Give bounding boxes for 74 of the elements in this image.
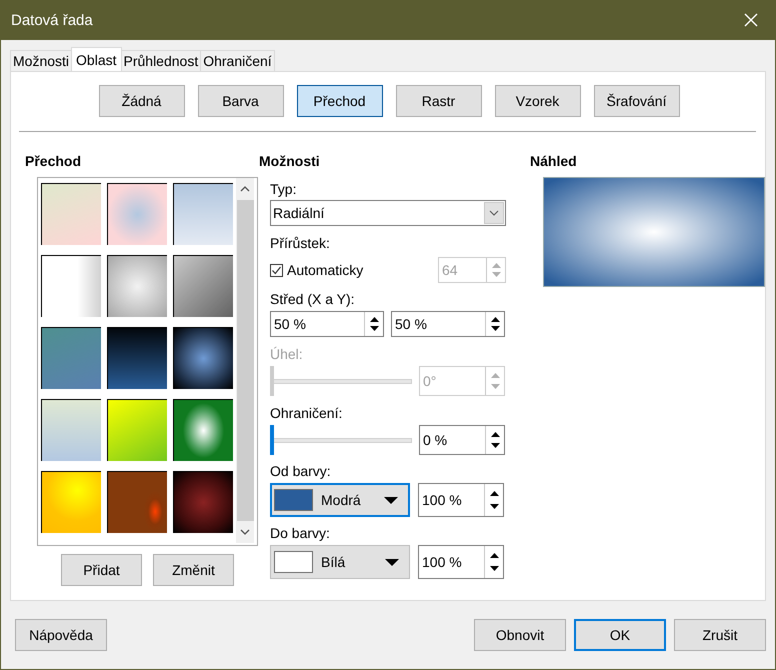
field-label: Typ: [270, 180, 298, 199]
close-icon[interactable] [744, 13, 758, 27]
field-label: Ohraničení: [270, 404, 344, 423]
help-button[interactable]: Nápověda [15, 619, 107, 651]
fill-type-button[interactable]: Barva [198, 85, 284, 117]
gradient-swatch[interactable] [173, 327, 233, 389]
field-label: Úhel: [270, 345, 304, 364]
field-label: Od barvy: [270, 462, 332, 481]
checkbox-box[interactable] [270, 264, 283, 276]
gradient-swatch[interactable] [107, 183, 167, 245]
down-triangle-icon[interactable] [490, 566, 498, 571]
gradient-swatch[interactable] [107, 255, 167, 317]
field-label: Střed (X a Y): [270, 290, 356, 309]
dialog-button[interactable]: OK [574, 619, 666, 651]
field-label: Přírůstek: [270, 234, 331, 253]
gradient-swatch[interactable] [107, 327, 167, 389]
color-dropdown[interactable]: Bílá [270, 545, 410, 579]
color-name: Bílá [320, 554, 346, 570]
gradient-swatch[interactable] [41, 183, 101, 245]
slider[interactable] [270, 425, 412, 455]
section-heading: Přechod [25, 152, 82, 171]
spin-field[interactable]: 100 % [418, 545, 504, 579]
gradient-swatch[interactable] [173, 471, 233, 533]
scroll-down-icon[interactable] [240, 529, 250, 535]
tab[interactable]: Ohraničení [200, 50, 275, 71]
fill-type-button[interactable]: Rastr [396, 85, 482, 117]
dropdown-button[interactable] [484, 202, 504, 224]
field-label: Do barvy: [270, 524, 331, 543]
tab[interactable]: Oblast [71, 47, 122, 71]
gradient-swatch[interactable] [41, 471, 101, 533]
scroll-up-icon[interactable] [240, 186, 250, 192]
checkmark-icon [271, 264, 282, 276]
chevron-icon [489, 210, 499, 216]
up-triangle-icon[interactable] [490, 491, 498, 496]
gradient-swatch[interactable] [173, 183, 233, 245]
down-triangle-icon[interactable] [490, 443, 500, 448]
spin-field[interactable]: 50 % [270, 311, 384, 337]
gradient-swatch[interactable] [41, 399, 101, 461]
fill-type-button[interactable]: Přechod [296, 85, 382, 117]
spin-field[interactable]: 0 % [419, 425, 505, 455]
gradient-swatch[interactable] [107, 399, 167, 461]
type-dropdown[interactable]: Radiální [270, 200, 506, 226]
up-triangle-icon[interactable] [370, 317, 378, 322]
gradient-swatch[interactable] [107, 471, 167, 533]
list-button[interactable]: Přidat [61, 554, 142, 586]
list-button[interactable]: Změnit [153, 554, 234, 586]
slider-thumb[interactable] [270, 425, 274, 455]
color-dropdown[interactable]: Modrá [270, 483, 410, 517]
dialog-button[interactable]: Obnovit [474, 619, 566, 651]
section-heading: Možnosti [259, 152, 321, 171]
down-triangle-icon[interactable] [370, 326, 378, 331]
gradient-swatch[interactable] [41, 255, 101, 317]
checkbox-label: Automaticky [287, 262, 364, 278]
checkbox[interactable]: Automaticky [270, 262, 364, 278]
window-title: Datová řada [11, 12, 94, 28]
tab[interactable]: Možnosti [10, 50, 72, 71]
spin-field[interactable]: 100 % [418, 483, 504, 517]
dropdown-triangle-icon [384, 496, 398, 504]
dialog-button[interactable]: Zrušit [674, 619, 766, 651]
spin-field[interactable]: 50 % [391, 311, 505, 337]
up-triangle-icon[interactable] [490, 317, 500, 322]
fill-type-button[interactable]: Žádná [98, 85, 184, 117]
gradient-swatch[interactable] [41, 327, 101, 389]
fill-type-button[interactable]: Šrafování [594, 85, 680, 117]
dropdown-triangle-icon [385, 558, 399, 566]
gradient-swatch[interactable] [173, 399, 233, 461]
up-triangle-icon[interactable] [490, 432, 500, 437]
up-triangle-icon[interactable] [490, 553, 498, 558]
gradient-swatch[interactable] [173, 255, 233, 317]
section-heading: Náhled [530, 152, 578, 171]
down-triangle-icon[interactable] [490, 504, 498, 509]
fill-type-button[interactable]: Vzorek [494, 85, 580, 117]
color-name: Modrá [320, 492, 362, 508]
down-triangle-icon[interactable] [490, 326, 500, 331]
